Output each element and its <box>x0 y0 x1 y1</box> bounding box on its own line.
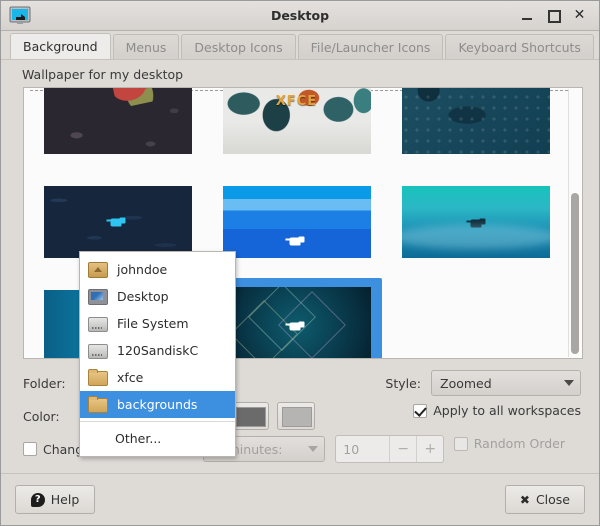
home-folder-icon <box>88 262 108 278</box>
diamond-mouse-wallpaper <box>222 287 371 358</box>
wallpaper-item-teal[interactable] <box>390 174 561 270</box>
maximize-button[interactable] <box>546 8 561 23</box>
random-order-row: Random Order <box>453 436 565 451</box>
tab-bar: Background Menus Desktop Icons File/Laun… <box>1 31 599 59</box>
tab-menus[interactable]: Menus <box>112 34 180 59</box>
desktop-icon <box>88 289 108 305</box>
checkbox-box <box>23 442 37 456</box>
mouse-logo-icon <box>466 218 485 228</box>
window-controls: ✕ <box>520 8 593 23</box>
close-button-label: Close <box>535 492 570 507</box>
title-bar: Desktop ✕ <box>1 1 599 31</box>
desktop-settings-window: Desktop ✕ Background Menus Desktop Icons… <box>0 0 600 526</box>
wallpaper-grid-scrollbar[interactable] <box>568 89 581 357</box>
wallpaper-item-flower[interactable] <box>32 88 203 166</box>
xfce-paint-wallpaper: XFCE <box>222 88 371 154</box>
flower-dark-wallpaper <box>43 88 192 154</box>
wallpaper-item-blue-stripes[interactable] <box>211 174 382 270</box>
apply-to-all-workspaces-checkbox[interactable]: Apply to all workspaces <box>413 403 581 418</box>
menu-item-other[interactable]: Other... <box>80 425 235 452</box>
desktop-monitor-icon <box>9 6 31 26</box>
chevron-down-icon <box>564 380 574 386</box>
menu-item-label: 120SandiskC <box>117 343 199 358</box>
menu-item-xfce[interactable]: xfce <box>80 364 235 391</box>
style-row: Style: Zoomed <box>385 370 581 396</box>
interval-value[interactable]: 10 <box>336 436 389 462</box>
folder-dropdown-menu[interactable]: johndoe Desktop File System 120SandiskC … <box>79 251 236 457</box>
close-button[interactable]: ✖ Close <box>504 485 585 514</box>
menu-item-file-system[interactable]: File System <box>80 310 235 337</box>
window-title: Desktop <box>270 8 330 23</box>
menu-item-label: File System <box>117 316 189 331</box>
menu-item-backgrounds[interactable]: backgrounds <box>80 391 235 418</box>
no-icon <box>88 431 106 447</box>
dark-navy-mouse-wallpaper <box>43 186 192 258</box>
minimize-button[interactable] <box>520 8 535 23</box>
tab-file-launcher-icons[interactable]: File/Launcher Icons <box>297 34 444 59</box>
folder-icon <box>88 369 108 386</box>
dialog-footer: ? Help ✖ Close <box>1 473 599 525</box>
menu-item-label: Desktop <box>117 289 169 304</box>
style-combobox-value: Zoomed <box>440 375 492 391</box>
wallpaper-item-xfce[interactable]: XFCE <box>211 88 382 166</box>
checkbox-label: Random Order <box>473 436 565 451</box>
drive-icon <box>88 317 108 332</box>
checkbox-box <box>413 403 428 418</box>
scrollbar-thumb[interactable] <box>571 193 579 354</box>
wallpaper-item-diamond[interactable] <box>211 278 382 358</box>
folder-label: Folder: <box>23 375 66 391</box>
menu-item-120sandiskc[interactable]: 120SandiskC <box>80 337 235 364</box>
wallpaper-item-empty[interactable] <box>390 278 561 358</box>
tab-desktop-icons[interactable]: Desktop Icons <box>181 34 296 59</box>
color-swatch-secondary[interactable] <box>277 402 315 430</box>
blue-stripes-mouse-wallpaper <box>222 186 371 258</box>
drive-icon <box>88 344 108 359</box>
tab-label: File/Launcher Icons <box>310 39 431 55</box>
tab-label: Keyboard Shortcuts <box>458 39 581 55</box>
tab-label: Background <box>23 39 98 54</box>
style-label: Style: <box>385 375 421 391</box>
tab-label: Menus <box>125 39 167 55</box>
wallpaper-section-label: Wallpaper for my desktop <box>22 67 184 82</box>
tab-background[interactable]: Background <box>10 33 111 59</box>
menu-item-johndoe[interactable]: johndoe <box>80 256 235 283</box>
dragon-blue-wallpaper <box>401 88 550 154</box>
xfce-wordmark: XFCE <box>275 93 318 109</box>
menu-item-label: Other... <box>115 431 162 446</box>
tab-keyboard-shortcuts[interactable]: Keyboard Shortcuts <box>445 34 594 59</box>
chevron-down-icon <box>308 446 319 452</box>
mouse-logo-icon <box>285 236 304 246</box>
random-order-checkbox[interactable]: Random Order <box>453 436 565 451</box>
close-icon: ✖ <box>519 492 530 507</box>
wallpaper-item-dragon[interactable] <box>390 88 561 166</box>
spinner-decrement-button[interactable]: − <box>389 436 416 462</box>
style-combobox[interactable]: Zoomed <box>431 370 581 396</box>
apply-all-workspaces-row: Apply to all workspaces <box>413 403 581 418</box>
menu-item-label: xfce <box>117 370 144 385</box>
menu-item-label: johndoe <box>117 262 168 277</box>
help-button[interactable]: ? Help <box>15 485 95 514</box>
tab-label: Desktop Icons <box>194 39 283 55</box>
color-label: Color: <box>23 408 60 424</box>
menu-item-label: backgrounds <box>117 397 198 412</box>
spinner-increment-button[interactable]: + <box>416 436 443 462</box>
checkbox-label: Apply to all workspaces <box>433 403 581 418</box>
color-swatch-primary[interactable] <box>231 402 269 430</box>
interval-spinner[interactable]: 10 − + <box>335 435 445 463</box>
help-button-label: Help <box>50 492 80 507</box>
checkbox-box <box>453 436 468 451</box>
menu-separator <box>80 421 235 422</box>
help-icon: ? <box>30 492 45 507</box>
teal-horizon-wallpaper <box>401 186 550 258</box>
folder-icon <box>88 396 108 413</box>
close-window-button[interactable]: ✕ <box>572 8 587 23</box>
mouse-logo-icon <box>106 217 125 227</box>
mouse-logo-icon <box>285 321 304 331</box>
menu-item-desktop[interactable]: Desktop <box>80 283 235 310</box>
